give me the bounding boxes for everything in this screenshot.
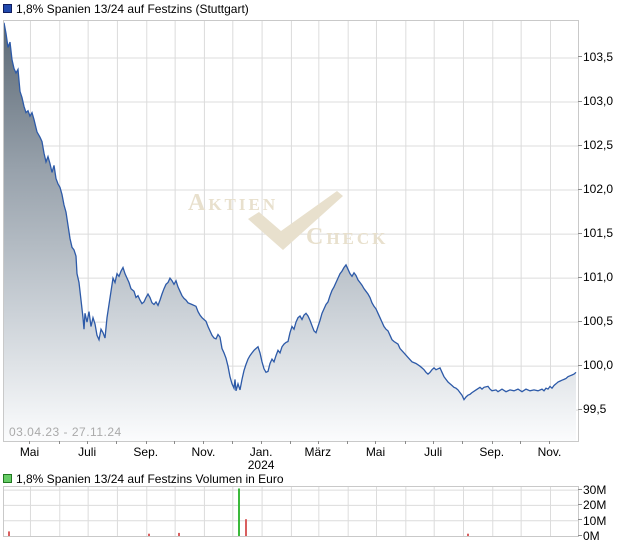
price-tick-label: 102,0 bbox=[583, 182, 614, 197]
volume-bars bbox=[8, 488, 469, 536]
watermark-check: Check bbox=[306, 224, 389, 250]
volume-bar bbox=[467, 533, 469, 536]
volume-tick-label: 0M bbox=[583, 529, 600, 543]
volume-bar bbox=[178, 532, 180, 536]
volume-tickmark bbox=[578, 488, 582, 490]
volume-tick-label: 10M bbox=[583, 513, 607, 528]
volume-tickmark bbox=[578, 503, 582, 505]
price-tick-label: 103,5 bbox=[583, 49, 614, 64]
volume-plot-area bbox=[3, 486, 579, 537]
price-tick-label: 99,5 bbox=[583, 402, 607, 417]
price-chart-title: 1,8% Spanien 13/24 auf Festzins (Stuttga… bbox=[16, 2, 249, 16]
month-label: Sep. bbox=[479, 445, 505, 459]
volume-series-swatch-icon bbox=[3, 474, 12, 483]
month-tickmark bbox=[29, 441, 31, 444]
month-tickmark bbox=[549, 441, 551, 444]
price-tickmark bbox=[578, 364, 582, 366]
volume-plot-svg bbox=[4, 487, 578, 536]
month-tickmark bbox=[462, 441, 464, 444]
month-tickmark bbox=[203, 441, 205, 444]
volume-tick-label: 20M bbox=[583, 498, 607, 513]
month-tickmark bbox=[404, 441, 406, 444]
price-tickmark bbox=[578, 232, 582, 234]
volume-bar bbox=[8, 531, 10, 536]
price-tickmark bbox=[578, 56, 582, 58]
price-tick-label: 100,5 bbox=[583, 314, 614, 329]
month-label: Sep. bbox=[133, 445, 159, 459]
price-tick-label: 103,0 bbox=[583, 94, 614, 108]
month-label: März bbox=[304, 445, 332, 459]
volume-bar bbox=[148, 533, 150, 536]
volume-bar bbox=[245, 519, 247, 536]
volume-gridlines bbox=[4, 487, 578, 536]
month-tickmark bbox=[261, 441, 263, 444]
price-tickmark bbox=[578, 144, 582, 146]
date-range-label: 03.04.23 - 27.11.24 bbox=[9, 425, 122, 439]
month-label: Juli bbox=[78, 445, 97, 459]
month-tickmark bbox=[290, 441, 292, 444]
month-tickmark bbox=[375, 441, 377, 444]
price-tick-label: 101,5 bbox=[583, 226, 614, 241]
year-label: 2024 bbox=[247, 458, 275, 472]
month-tickmark bbox=[116, 441, 118, 444]
month-label: Nov. bbox=[191, 445, 216, 459]
month-label: Mai bbox=[19, 445, 40, 459]
month-label: Nov. bbox=[537, 445, 562, 459]
month-label: Juli bbox=[424, 445, 443, 459]
month-tickmark bbox=[231, 441, 233, 444]
month-tickmark bbox=[174, 441, 176, 444]
price-tick-label: 100,0 bbox=[583, 358, 614, 373]
month-tickmark bbox=[433, 441, 435, 444]
month-label: Mai bbox=[365, 445, 386, 459]
month-tickmark bbox=[58, 441, 60, 444]
volume-tick-label: 30M bbox=[583, 483, 607, 498]
price-tickmark bbox=[578, 188, 582, 190]
month-tickmark bbox=[145, 441, 147, 444]
month-tickmark bbox=[317, 441, 319, 444]
volume-tickmark bbox=[578, 534, 582, 536]
volume-tickmark bbox=[578, 519, 582, 521]
price-tick-label: 101,0 bbox=[583, 270, 614, 285]
month-tickmark bbox=[87, 441, 89, 444]
price-tickmark bbox=[578, 276, 582, 278]
month-label: Jan. bbox=[249, 445, 273, 459]
price-tickmark bbox=[578, 408, 582, 410]
month-tickmark bbox=[491, 441, 493, 444]
volume-bar bbox=[238, 488, 240, 536]
bond-price-chart-widget: 1,8% Spanien 13/24 auf Festzins (Stuttga… bbox=[0, 0, 620, 546]
month-tickmark bbox=[520, 441, 522, 444]
price-tickmark bbox=[578, 100, 582, 102]
month-tickmark bbox=[347, 441, 349, 444]
price-tick-label: 102,5 bbox=[583, 138, 614, 153]
price-tickmark bbox=[578, 320, 582, 322]
volume-chart-title: 1,8% Spanien 13/24 auf Festzins Volumen … bbox=[16, 472, 284, 486]
price-series-swatch-icon bbox=[3, 4, 12, 13]
